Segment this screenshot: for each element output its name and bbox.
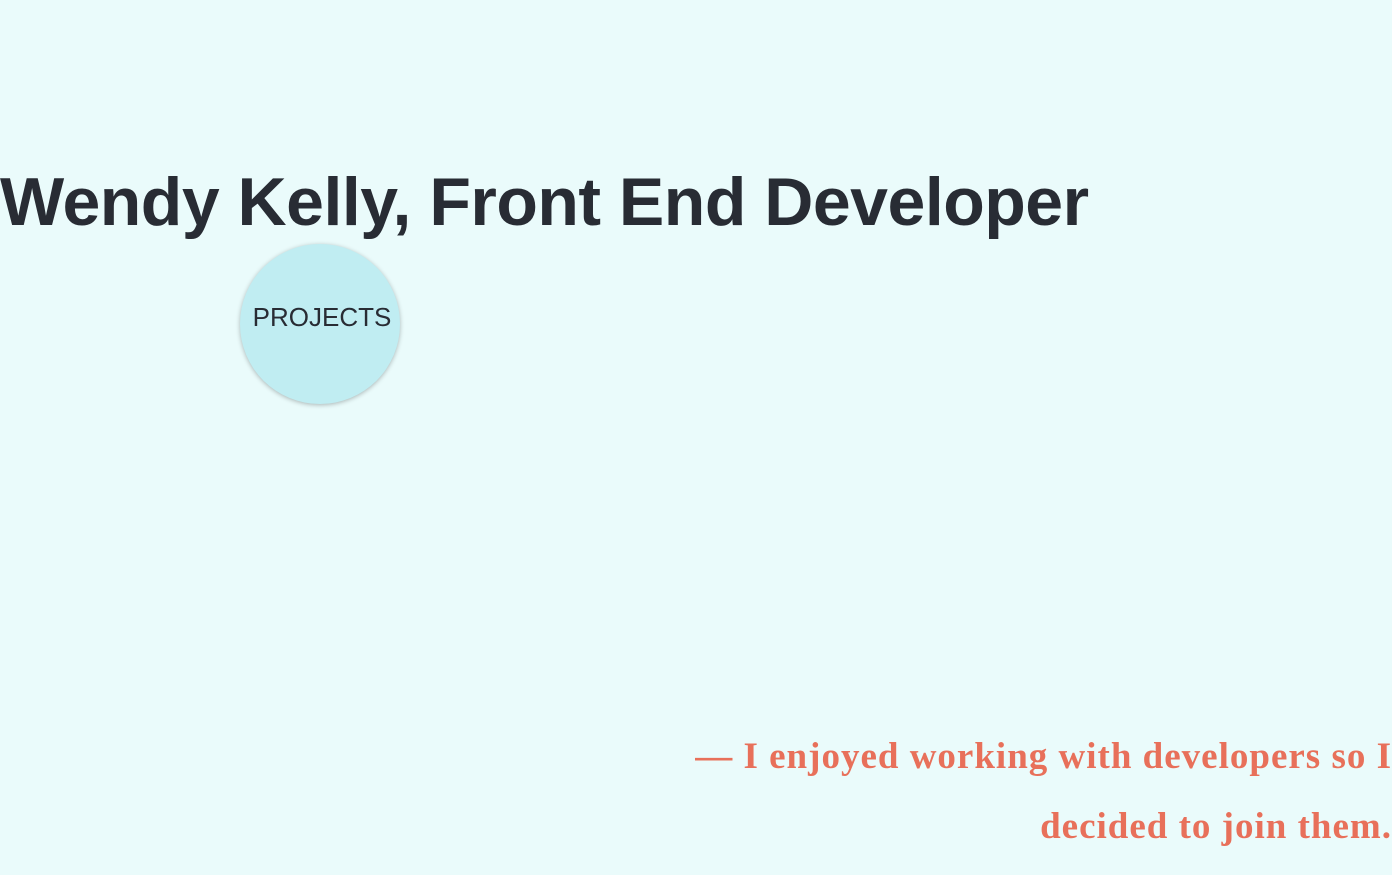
page-title: Wendy Kelly, Front End Developer	[0, 164, 1089, 240]
page: Wendy Kelly, Front End Developer PROJECT…	[0, 0, 1392, 875]
quote-text: — I enjoyed working with developers so I…	[695, 736, 1392, 847]
projects-button-label: PROJECTS	[252, 301, 392, 332]
projects-button[interactable]: PROJECTS	[240, 244, 400, 404]
